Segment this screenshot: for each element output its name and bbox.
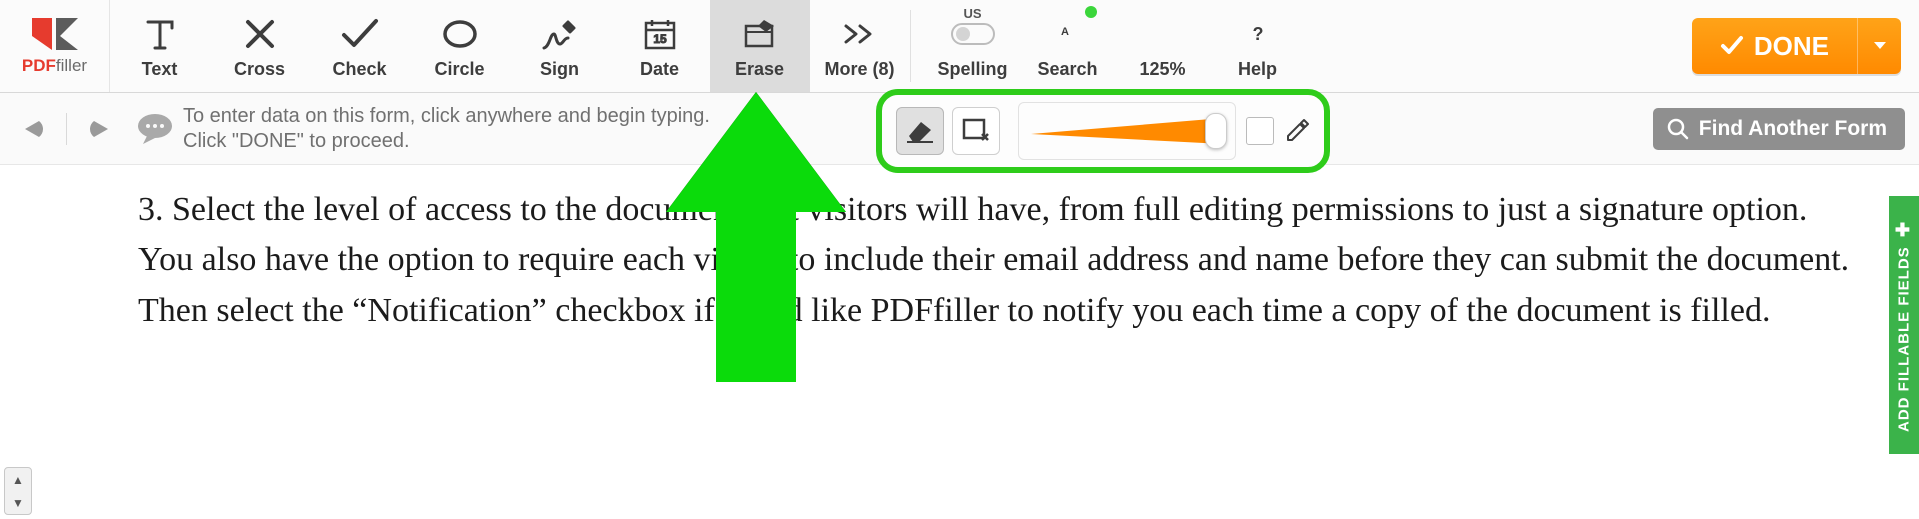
- erase-icon: [740, 13, 780, 55]
- tool-more-label: More (8): [824, 59, 894, 80]
- search-icon: A: [1050, 13, 1086, 55]
- spin-down[interactable]: ▼: [5, 491, 31, 514]
- svg-text:A: A: [1061, 26, 1069, 38]
- check-icon: [1720, 34, 1744, 58]
- done-button[interactable]: DONE: [1692, 18, 1901, 74]
- eraser-icon: [905, 118, 935, 144]
- tool-more[interactable]: More (8): [810, 0, 910, 92]
- tool-cross-label: Cross: [234, 59, 285, 80]
- right-tools: US Spelling A Search 125% ? Help: [925, 0, 1305, 92]
- tool-help[interactable]: ? Help: [1210, 0, 1305, 92]
- tool-erase[interactable]: Erase: [710, 0, 810, 92]
- tool-text[interactable]: Text: [110, 0, 210, 92]
- notification-dot-icon: [1085, 6, 1097, 18]
- svg-text:?: ?: [1252, 24, 1263, 44]
- hint-line1: To enter data on this form, click anywhe…: [183, 104, 710, 129]
- eyedropper-icon: [1284, 118, 1310, 144]
- done-button-main[interactable]: DONE: [1692, 18, 1857, 74]
- find-label: Find Another Form: [1699, 117, 1887, 141]
- tool-spelling[interactable]: US Spelling: [925, 0, 1020, 92]
- tool-zoom[interactable]: 125%: [1115, 0, 1210, 92]
- logo[interactable]: PDFfiller: [0, 0, 110, 92]
- hint-line2: Click "DONE" to proceed.: [183, 129, 710, 154]
- tool-spelling-label: Spelling: [937, 59, 1007, 80]
- history-sep: [66, 113, 67, 145]
- tool-check[interactable]: Check: [310, 0, 410, 92]
- slider-thumb[interactable]: [1205, 113, 1227, 149]
- tool-date-label: Date: [640, 59, 679, 80]
- text-icon: [142, 13, 178, 55]
- date-icon: 15: [642, 13, 678, 55]
- tool-check-label: Check: [332, 59, 386, 80]
- toolbar-separator: [910, 10, 911, 82]
- redo-button[interactable]: [81, 111, 117, 147]
- toggle-icon: [951, 13, 995, 55]
- sign-icon: [540, 13, 580, 55]
- chevron-down-icon: [1873, 41, 1887, 51]
- redo-icon: [84, 117, 114, 141]
- cross-icon: [243, 13, 277, 55]
- eyedropper-button[interactable]: [1284, 118, 1310, 144]
- tool-zoom-label: 125%: [1139, 59, 1185, 80]
- add-fillable-fields-tab[interactable]: ADD FILLABLE FIELDS ✚: [1889, 196, 1919, 454]
- done-label: DONE: [1754, 31, 1829, 62]
- side-tab-label: ADD FILLABLE FIELDS: [1896, 246, 1913, 432]
- tool-erase-label: Erase: [735, 59, 784, 80]
- tool-help-label: Help: [1238, 59, 1277, 80]
- thickness-slider[interactable]: [1018, 102, 1236, 160]
- check-icon: [340, 13, 380, 55]
- logo-text: PDFfiller: [22, 56, 87, 76]
- logo-icon: [30, 16, 80, 54]
- tool-date[interactable]: 15 Date: [610, 0, 710, 92]
- document-area[interactable]: 3. Select the level of access to the doc…: [0, 167, 1919, 519]
- more-icon: [842, 13, 878, 55]
- spin-up[interactable]: ▲: [5, 468, 31, 491]
- circle-icon: [442, 13, 478, 55]
- tool-sign-label: Sign: [540, 59, 579, 80]
- comment-icon[interactable]: [133, 107, 177, 151]
- document-text: 3. Select the level of access to the doc…: [138, 185, 1859, 336]
- color-swatch[interactable]: [1246, 117, 1274, 145]
- svg-text:15: 15: [653, 32, 667, 46]
- eraser-mode-button[interactable]: [896, 107, 944, 155]
- tool-search[interactable]: A Search: [1020, 0, 1115, 92]
- tool-cross[interactable]: Cross: [210, 0, 310, 92]
- done-dropdown[interactable]: [1857, 18, 1901, 74]
- slider-track: [1031, 116, 1223, 146]
- tool-circle[interactable]: Circle: [410, 0, 510, 92]
- zoom-icon: [1145, 13, 1181, 55]
- history-controls: [10, 111, 129, 147]
- plus-icon: ✚: [1893, 218, 1915, 240]
- main-toolbar: PDFfiller Text Cross Check Circle Sign 1…: [0, 0, 1919, 93]
- tool-circle-label: Circle: [434, 59, 484, 80]
- tool-sign[interactable]: Sign: [510, 0, 610, 92]
- help-icon: ?: [1241, 13, 1275, 55]
- rectangle-x-icon: [962, 118, 990, 144]
- tool-search-label: Search: [1037, 59, 1097, 80]
- blackout-mode-button[interactable]: [952, 107, 1000, 155]
- hint-text: To enter data on this form, click anywhe…: [183, 104, 710, 154]
- page-spinner[interactable]: ▲ ▼: [4, 467, 32, 515]
- tool-text-label: Text: [142, 59, 178, 80]
- undo-icon: [19, 117, 49, 141]
- undo-button[interactable]: [16, 111, 52, 147]
- search-icon: [1667, 118, 1689, 140]
- erase-options-panel: [876, 89, 1330, 173]
- done-wrap: DONE: [1692, 0, 1919, 92]
- find-another-form-button[interactable]: Find Another Form: [1653, 108, 1905, 150]
